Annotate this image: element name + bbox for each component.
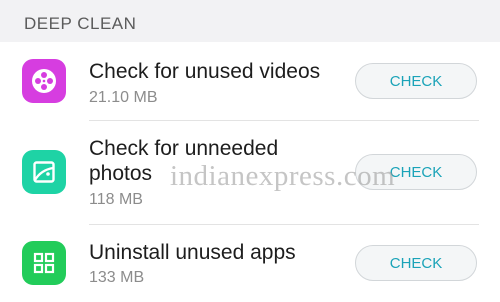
check-button[interactable]: CHECK <box>355 63 477 99</box>
list-item-unused-videos[interactable]: Check for unused videos 21.10 MB CHECK <box>0 42 500 120</box>
apps-grid-icon <box>22 241 66 285</box>
item-title-line1: Check for unneeded <box>89 137 279 160</box>
item-size: 21.10 MB <box>89 89 158 106</box>
item-title-line2: photos <box>89 162 153 185</box>
item-size: 118 MB <box>89 191 143 208</box>
check-button[interactable]: CHECK <box>355 154 477 190</box>
list-item-unneeded-photos[interactable]: Check for unneeded photos 118 MB CHECK <box>0 121 500 224</box>
video-reel-icon <box>22 59 66 103</box>
item-title: Uninstall unused apps <box>89 241 296 264</box>
photo-icon <box>22 150 66 194</box>
section-header: DEEP CLEAN <box>0 0 500 42</box>
check-button[interactable]: CHECK <box>355 245 477 281</box>
item-size: 133 MB <box>89 269 145 286</box>
section-title: DEEP CLEAN <box>24 14 137 33</box>
list-item-unused-apps[interactable]: Uninstall unused apps 133 MB CHECK <box>0 225 500 302</box>
item-title: Check for unused videos <box>89 60 321 83</box>
